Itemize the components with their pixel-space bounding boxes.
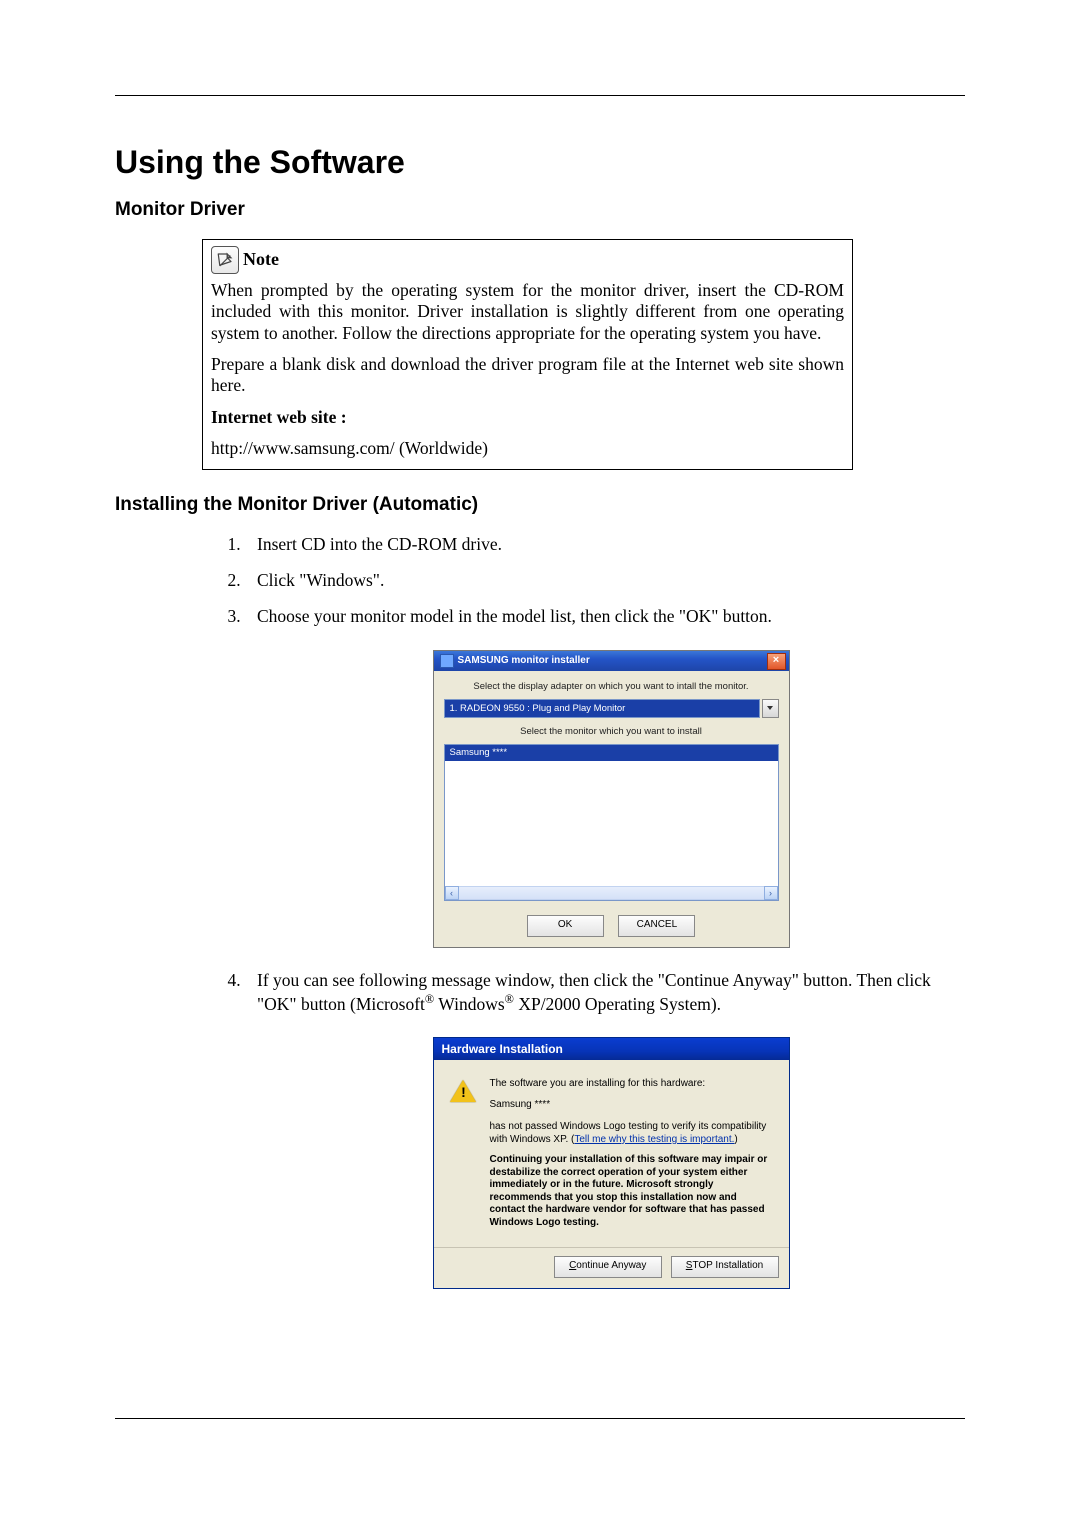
warning-bold-text: Continuing your installation of this sof… bbox=[490, 1154, 775, 1229]
top-rule bbox=[115, 95, 965, 96]
installer-app-icon bbox=[440, 654, 454, 668]
monitor-selected-item[interactable]: Samsung **** bbox=[445, 745, 778, 761]
page-title: Using the Software bbox=[115, 144, 965, 181]
section-monitor-driver: Monitor Driver bbox=[115, 199, 965, 221]
cancel-button[interactable]: CANCEL bbox=[618, 915, 695, 937]
section-installing-automatic: Installing the Monitor Driver (Automatic… bbox=[115, 494, 965, 516]
hardware-installation-dialog: Hardware Installation ! The software you… bbox=[433, 1037, 790, 1289]
warning-icon: ! bbox=[450, 1080, 478, 1104]
continue-anyway-button[interactable]: Continue Anyway bbox=[554, 1256, 662, 1278]
note-paragraph-1: When prompted by the operating system fo… bbox=[211, 280, 844, 344]
note-paragraph-2: Prepare a blank disk and download the dr… bbox=[211, 354, 844, 397]
installer-instruction-2: Select the monitor which you want to ins… bbox=[444, 726, 779, 738]
adapter-select[interactable]: 1. RADEON 9550 : Plug and Play Monitor bbox=[444, 699, 760, 718]
step-1: Insert CD into the CD-ROM drive. bbox=[245, 534, 965, 556]
ok-button[interactable]: OK bbox=[527, 915, 604, 937]
install-steps-list: Insert CD into the CD-ROM drive. Click "… bbox=[115, 534, 965, 1289]
dropdown-button[interactable] bbox=[762, 699, 779, 718]
monitor-listbox[interactable]: Samsung **** ‹ › bbox=[444, 744, 779, 901]
step-2: Click "Windows". bbox=[245, 570, 965, 592]
internet-website-url: http://www.samsung.com/ (Worldwide) bbox=[211, 438, 844, 459]
installer-title: SAMSUNG monitor installer bbox=[458, 655, 590, 668]
why-testing-important-link[interactable]: Tell me why this testing is important. bbox=[574, 1134, 734, 1145]
note-label: Note bbox=[243, 249, 279, 271]
note-box: Note When prompted by the operating syst… bbox=[202, 239, 853, 470]
warning-titlebar: Hardware Installation bbox=[434, 1038, 789, 1060]
step-3: Choose your monitor model in the model l… bbox=[245, 606, 965, 948]
internet-website-label: Internet web site : bbox=[211, 407, 347, 427]
stop-installation-button[interactable]: STOP Installation bbox=[671, 1256, 779, 1278]
scroll-left-button[interactable]: ‹ bbox=[445, 886, 459, 900]
close-button[interactable]: × bbox=[767, 653, 786, 670]
horizontal-scrollbar[interactable]: ‹ › bbox=[445, 886, 778, 900]
step-4: If you can see following message window,… bbox=[245, 970, 965, 1290]
installer-titlebar: SAMSUNG monitor installer × bbox=[434, 651, 789, 671]
installer-instruction-1: Select the display adapter on which you … bbox=[444, 681, 779, 693]
scroll-right-button[interactable]: › bbox=[764, 886, 778, 900]
note-icon bbox=[211, 246, 239, 274]
bottom-rule bbox=[115, 1418, 965, 1419]
warning-hardware-name: Samsung **** bbox=[490, 1099, 775, 1112]
warning-logo-testing: has not passed Windows Logo testing to v… bbox=[490, 1121, 775, 1146]
warning-line-1: The software you are installing for this… bbox=[490, 1078, 775, 1091]
installer-dialog: SAMSUNG monitor installer × Select the d… bbox=[433, 650, 790, 948]
